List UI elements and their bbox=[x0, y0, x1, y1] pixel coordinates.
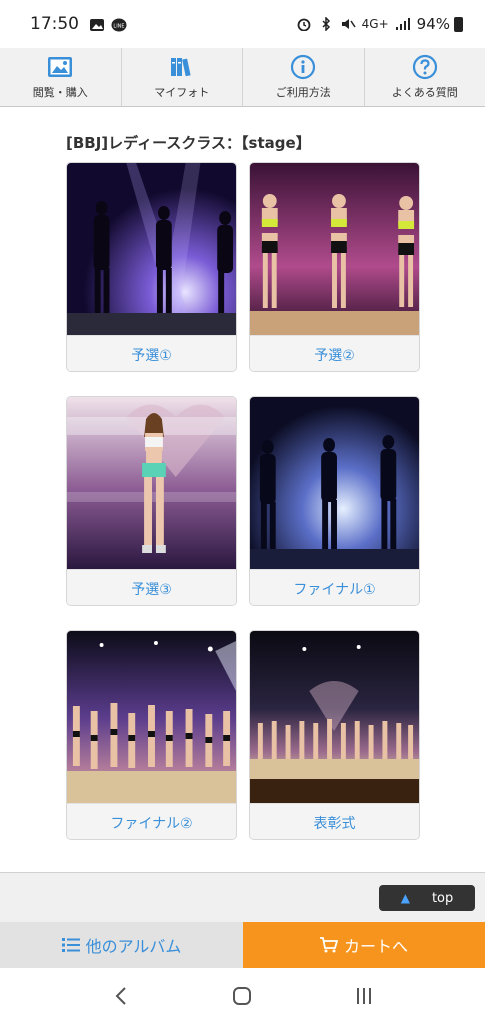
album-card[interactable]: ファイナル② bbox=[66, 630, 237, 840]
album-label: ファイナル① bbox=[250, 569, 419, 605]
nav-label: ご利用方法 bbox=[275, 86, 331, 99]
section-title: [BBJ]レディースクラス：【stage】 bbox=[66, 134, 311, 152]
nav-label: 閲覧・購入 bbox=[32, 86, 88, 99]
album-label: ファイナル② bbox=[67, 803, 236, 839]
bottom-action-bar: 他のアルバム カートへ bbox=[0, 922, 485, 968]
album-label: 予選① bbox=[67, 335, 236, 371]
album-card[interactable]: ファイナル① bbox=[249, 396, 420, 606]
alarm-icon bbox=[296, 17, 312, 32]
album-thumbnail bbox=[250, 631, 419, 803]
battery-percent: 94% bbox=[416, 15, 450, 33]
album-card[interactable]: 予選③ bbox=[66, 396, 237, 606]
top-nav: 閲覧・購入 マイフォト ご利用方法 よくある質問 bbox=[0, 48, 485, 107]
album-thumbnail bbox=[67, 397, 236, 569]
cart-label: カートへ bbox=[343, 937, 408, 956]
album-grid: 予選① 予選② 予選③ ファイナル① ファイナル② 表彰式 bbox=[66, 162, 420, 840]
other-albums-button[interactable]: 他のアルバム bbox=[0, 922, 243, 968]
list-icon bbox=[61, 937, 80, 953]
status-time: 17:50 bbox=[30, 14, 79, 34]
svg-text:LINE: LINE bbox=[113, 24, 124, 30]
android-nav-bar bbox=[0, 968, 485, 1024]
battery-icon bbox=[454, 16, 463, 32]
image-icon bbox=[47, 54, 73, 80]
status-bar: 17:50 LINE 4G+ 94% bbox=[0, 0, 485, 48]
top-label: top bbox=[431, 890, 454, 906]
info-icon bbox=[290, 54, 316, 80]
question-icon bbox=[412, 54, 438, 80]
cart-icon bbox=[319, 937, 338, 953]
line-notification-icon: LINE bbox=[111, 17, 127, 32]
network-type: 4G+ bbox=[361, 17, 389, 31]
chevron-up-icon: ▲ bbox=[400, 891, 410, 905]
album-label: 予選② bbox=[250, 335, 419, 371]
album-label: 表彰式 bbox=[250, 803, 419, 839]
home-nav-icon[interactable] bbox=[222, 976, 262, 1016]
bluetooth-icon bbox=[318, 16, 334, 32]
album-thumbnail bbox=[250, 397, 419, 569]
status-indicators: 4G+ 94% bbox=[296, 15, 463, 33]
album-thumbnail bbox=[67, 163, 236, 335]
nav-faq[interactable]: よくある質問 bbox=[365, 48, 485, 106]
album-thumbnail bbox=[250, 163, 419, 335]
recents-nav-icon[interactable] bbox=[344, 976, 384, 1016]
album-card[interactable]: 予選① bbox=[66, 162, 237, 372]
album-label: 予選③ bbox=[67, 569, 236, 605]
album-card[interactable]: 表彰式 bbox=[249, 630, 420, 840]
nav-label: よくある質問 bbox=[391, 86, 458, 99]
album-card[interactable]: 予選② bbox=[249, 162, 420, 372]
mute-icon bbox=[340, 17, 356, 31]
album-thumbnail bbox=[67, 631, 236, 803]
go-to-cart-button[interactable]: カートへ bbox=[243, 922, 485, 968]
books-icon bbox=[169, 54, 195, 80]
gallery-notification-icon bbox=[89, 17, 105, 31]
footer-strip: ▲ top bbox=[0, 872, 485, 922]
nav-label: マイフォト bbox=[154, 86, 210, 99]
other-albums-label: 他のアルバム bbox=[85, 937, 182, 956]
back-to-top-button[interactable]: ▲ top bbox=[379, 885, 475, 911]
back-nav-icon[interactable] bbox=[101, 976, 141, 1016]
nav-browse-purchase[interactable]: 閲覧・購入 bbox=[0, 48, 122, 106]
signal-icon bbox=[395, 17, 411, 31]
nav-how-to-use[interactable]: ご利用方法 bbox=[243, 48, 365, 106]
nav-my-photo[interactable]: マイフォト bbox=[122, 48, 243, 106]
